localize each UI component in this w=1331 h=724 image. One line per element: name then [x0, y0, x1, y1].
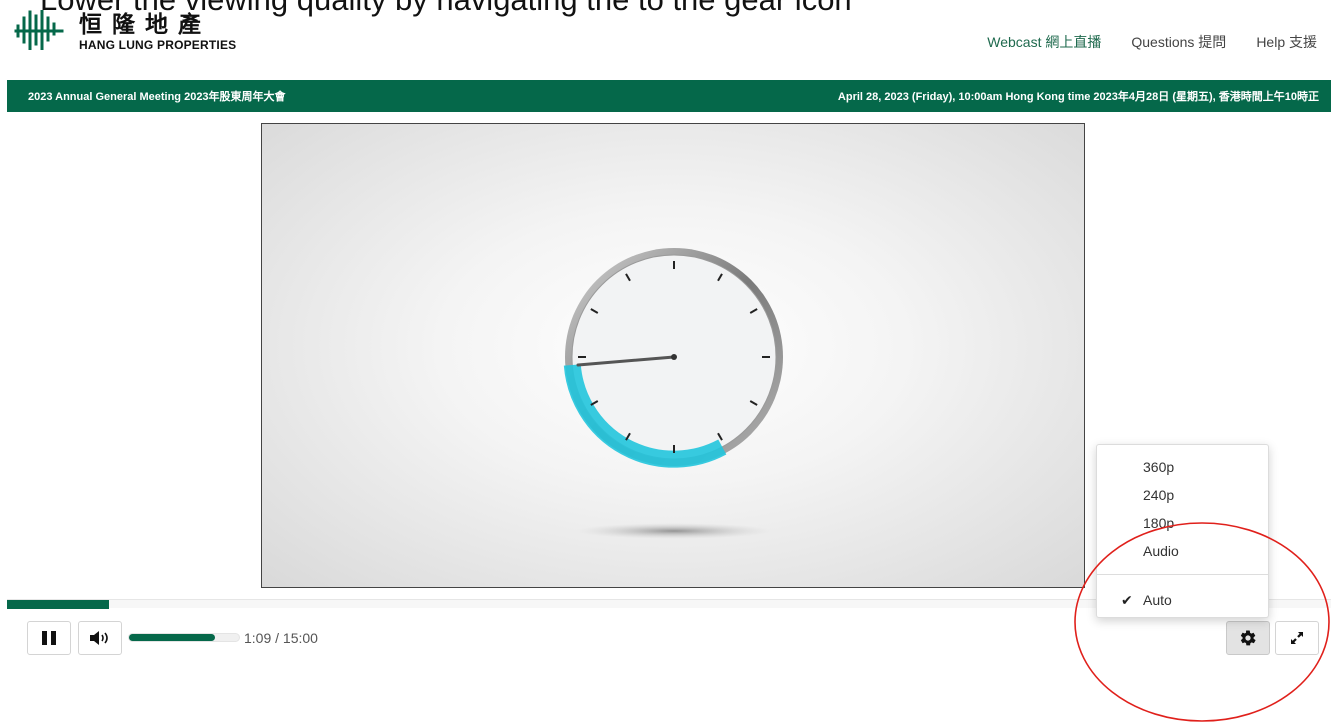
clock-gauge-image — [563, 248, 783, 539]
nav-help[interactable]: Help 支援 — [1256, 32, 1317, 52]
nav-questions[interactable]: Questions 提問 — [1131, 32, 1226, 52]
logo-english-name: HANG LUNG PROPERTIES — [79, 38, 237, 52]
quality-option-240p[interactable]: 240p — [1097, 483, 1268, 507]
event-title: 2023 Annual General Meeting 2023年股東周年大會 — [28, 91, 286, 103]
volume-icon — [90, 631, 108, 645]
hang-lung-logo[interactable]: 恒隆地產 HANG LUNG PROPERTIES — [14, 10, 264, 52]
logo-chinese-name: 恒隆地產 — [79, 11, 211, 37]
event-time: April 28, 2023 (Friday), 10:00am Hong Ko… — [837, 91, 1319, 103]
nav-webcast[interactable]: Webcast 網上直播 — [987, 32, 1101, 52]
time-display: 1:09 / 15:00 — [244, 630, 318, 646]
seek-bar-progress — [7, 600, 109, 609]
quality-option-180p[interactable]: 180p — [1097, 511, 1268, 535]
pause-icon — [42, 631, 56, 645]
menu-divider — [1097, 574, 1268, 575]
top-navigation: Webcast 網上直播 Questions 提問 Help 支援 — [987, 32, 1317, 52]
quality-option-label: Audio — [1143, 543, 1179, 559]
quality-option-auto[interactable]: ✔ Auto — [1097, 588, 1268, 612]
logo-mark-icon — [14, 10, 64, 50]
volume-slider-level — [129, 634, 215, 641]
quality-option-audio[interactable]: Audio — [1097, 539, 1268, 563]
quality-option-label: 240p — [1143, 487, 1175, 503]
quality-option-label: 180p — [1143, 515, 1175, 531]
checkmark-icon: ✔ — [1121, 592, 1133, 608]
settings-button[interactable] — [1226, 621, 1270, 655]
quality-option-360p[interactable]: 360p — [1097, 455, 1268, 479]
quality-menu: 360p 240p 180p Audio ✔ Auto — [1096, 444, 1269, 618]
gear-icon — [1240, 630, 1256, 646]
quality-option-label: 360p — [1143, 459, 1175, 475]
video-player[interactable] — [261, 123, 1085, 588]
quality-option-label: Auto — [1143, 592, 1172, 608]
event-banner: 2023 Annual General Meeting 2023年股東周年大會 … — [7, 80, 1331, 112]
fullscreen-icon — [1291, 632, 1303, 644]
mute-button[interactable] — [78, 621, 122, 655]
volume-slider[interactable] — [128, 633, 240, 642]
fullscreen-button[interactable] — [1275, 621, 1319, 655]
pause-button[interactable] — [27, 621, 71, 655]
